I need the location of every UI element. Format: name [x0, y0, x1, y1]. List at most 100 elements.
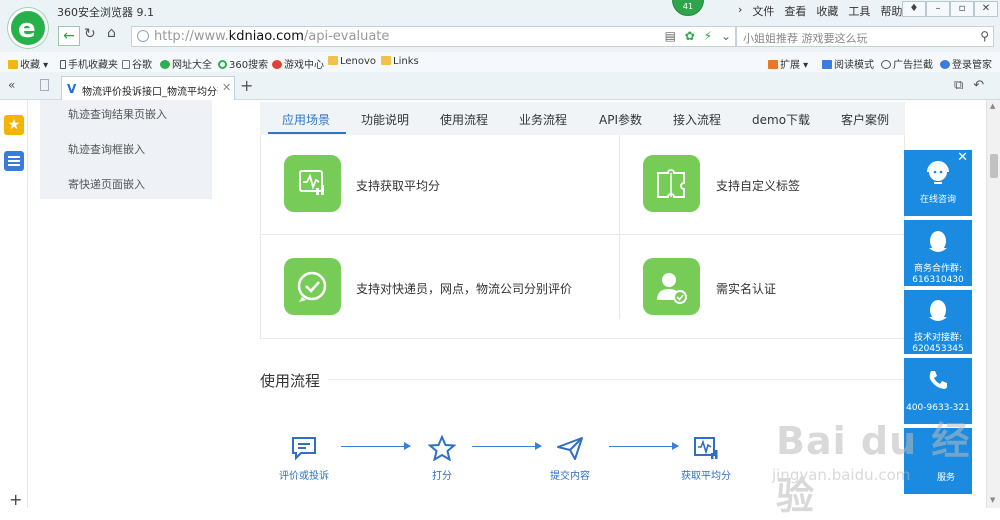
menu-item-tools[interactable]: 工具 [848, 3, 870, 19]
browser-sidebar: ★ + [0, 100, 28, 509]
menu-item-file[interactable]: 文件 [752, 3, 774, 19]
tab-close-icon[interactable]: ✕ [222, 81, 231, 94]
undo-close-icon[interactable]: ↶ [973, 78, 984, 93]
game-icon [272, 60, 282, 69]
tab-business-flow[interactable]: 业务流程 [519, 111, 567, 128]
ad-block-button[interactable]: 广告拦截 [881, 56, 933, 71]
flow-step-review: 评价或投诉 [264, 435, 344, 482]
scroll-up-icon[interactable]: ▲ [990, 102, 995, 110]
sidebar-toggle-icon[interactable]: « [8, 78, 15, 92]
browser-logo[interactable]: e [8, 8, 48, 48]
tab-usage-flow[interactable]: 使用流程 [440, 111, 488, 128]
feature-average-score: 支持获取平均分 [356, 179, 441, 193]
service-label: 服务 [936, 473, 955, 483]
side-menu-item-result-embed[interactable]: 轨迹查询结果页嵌入 [68, 106, 167, 122]
key-icon [940, 60, 950, 69]
flow-step-average: 获取平均分 [666, 435, 746, 482]
qq-icon [929, 300, 947, 321]
page-icon [122, 60, 130, 69]
login-manager-button[interactable]: 登录管家 [940, 56, 992, 71]
bookmark-360-search[interactable]: 360搜索 [218, 56, 268, 71]
tab-title: 物流评价投诉接口_物流平均分获 [82, 87, 218, 98]
search-input[interactable]: 小姐姐推荐 游戏要这么玩 [743, 30, 868, 46]
bookmark-directory[interactable]: 网址大全 [160, 56, 212, 71]
phone-button[interactable]: 400-9633-321 [904, 358, 972, 424]
back-button[interactable]: ← [58, 26, 80, 46]
tech-group-button[interactable]: 技术对接群: 620453345 [904, 290, 972, 354]
bookmark-games[interactable]: 游戏中心 [272, 56, 324, 71]
app-title: 360安全浏览器 9.1 [57, 6, 154, 19]
book-icon [822, 60, 832, 69]
tab-tools: ⧉ ↶ [944, 78, 984, 93]
business-group-button[interactable]: 商务合作群: 616310430 [904, 220, 972, 286]
maximize-button[interactable]: ▫ [950, 1, 974, 17]
reader-icon[interactable]: ▤ [665, 29, 676, 43]
flow-step-label: 评价或投诉 [279, 471, 329, 482]
add-sidebar-icon[interactable]: + [9, 490, 22, 509]
star-outline-icon [428, 435, 456, 461]
side-menu-item-search-embed[interactable]: 轨迹查询框嵌入 [68, 141, 145, 157]
home-button[interactable]: ⌂ [107, 25, 116, 41]
flow-step-label: 获取平均分 [681, 471, 731, 482]
menu-arrow-icon[interactable]: › [738, 3, 742, 19]
online-consult-button[interactable]: ✕ 在线咨询 [904, 150, 972, 216]
logo-e-icon: e [18, 14, 36, 44]
bookmark-mobile[interactable]: 手机收藏夹 [60, 56, 118, 71]
skin-button[interactable]: ♦ [902, 1, 926, 17]
tab-features[interactable]: 功能说明 [361, 111, 409, 128]
restore-tab-icon[interactable]: ⧉ [954, 78, 963, 93]
verified-user-icon [643, 258, 700, 315]
bookmark-lenovo[interactable]: Lenovo [328, 56, 376, 67]
tab-demo-download[interactable]: demo下载 [752, 111, 810, 128]
notification-badge[interactable]: 41 [672, 0, 704, 16]
menu-item-help[interactable]: 帮助 [880, 3, 902, 19]
tab-integration[interactable]: 接入流程 [673, 111, 721, 128]
flow-step-score: 打分 [402, 435, 482, 482]
flow-arrow [341, 442, 411, 450]
search-icon[interactable]: ⚲ [980, 29, 989, 43]
bookmark-favorites[interactable]: 收藏 ▾ [8, 56, 48, 71]
reload-button[interactable]: ↻ [84, 26, 96, 42]
address-bar[interactable]: http://www.kdniao.com/api-evaluate ▤ ✿ ⚡… [131, 26, 736, 47]
bookmark-google[interactable]: 谷歌 [122, 56, 152, 71]
menu-item-view[interactable]: 查看 [784, 3, 806, 19]
dropdown-icon[interactable]: ⌄ [721, 29, 731, 43]
extensions-button[interactable]: 扩展 ▾ [768, 56, 808, 71]
favorites-star-icon[interactable]: ★ [4, 115, 24, 135]
security-icon[interactable]: ✿ [685, 29, 695, 43]
puzzle-icon [643, 155, 700, 212]
url-text: http://www.kdniao.com/api-evaluate [154, 29, 390, 44]
flow-divider [328, 379, 905, 380]
close-window-button[interactable]: ✕ [974, 1, 998, 17]
scroll-thumb[interactable] [990, 154, 998, 178]
bookmarks-bar: 收藏 ▾ 手机收藏夹 谷歌 网址大全 360搜索 游戏中心 Lenovo Lin… [0, 52, 1000, 72]
tab-customer-cases[interactable]: 客户案例 [841, 111, 889, 128]
side-menu-item-shipping-embed[interactable]: 寄快递页面嵌入 [68, 176, 145, 192]
business-group-number: 616310430 [912, 275, 964, 285]
close-icon[interactable]: ✕ [957, 150, 968, 165]
section-tabs: 应用场景 功能说明 使用流程 业务流程 API参数 接入流程 demo下载 客户… [260, 102, 905, 135]
tab-scenarios[interactable]: 应用场景 [282, 111, 330, 128]
web-icon [160, 60, 170, 69]
search-box[interactable]: 小姐姐推荐 游戏要这么玩 ⚲ [736, 26, 994, 47]
chart-monitor-icon [694, 437, 718, 459]
list-icon[interactable] [4, 151, 24, 171]
tab-api-params[interactable]: API参数 [599, 111, 642, 128]
page-scrollbar[interactable]: ▲ ▼ [986, 100, 1000, 508]
block-icon [881, 60, 891, 69]
feature-separate-ratings: 支持对快递员，网点，物流公司分别评价 [356, 282, 573, 296]
headset-icon [927, 161, 949, 184]
scroll-down-icon[interactable]: ▼ [990, 496, 995, 504]
browser-tab[interactable]: V 物流评价投诉接口_物流平均分获 ✕ [61, 76, 235, 101]
menu-item-favorites[interactable]: 收藏 [816, 3, 838, 19]
speed-mode-icon[interactable]: ⚡ [704, 29, 712, 43]
bookmark-links[interactable]: Links [381, 56, 419, 67]
document-icon[interactable] [40, 79, 49, 91]
check-bubble-icon [284, 258, 341, 315]
minimize-button[interactable]: – [926, 1, 950, 17]
tab-bar: « V 物流评价投诉接口_物流平均分获 ✕ + ⧉ ↶ [0, 72, 1000, 101]
flow-step-label: 打分 [432, 471, 452, 482]
service-button[interactable]: 服务 [904, 428, 972, 494]
reading-mode-button[interactable]: 阅读模式 [822, 56, 874, 71]
new-tab-button[interactable]: + [240, 76, 253, 95]
